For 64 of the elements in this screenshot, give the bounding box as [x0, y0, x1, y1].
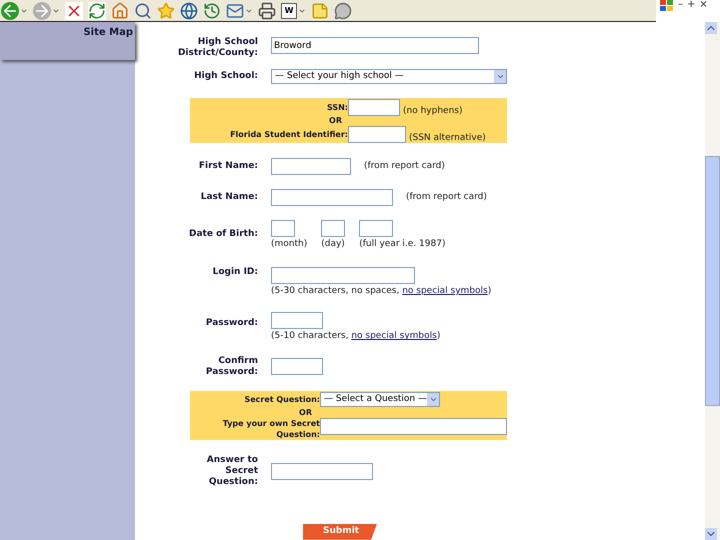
field-label: Confirm Password: — [204, 356, 258, 378]
print-icon[interactable] — [258, 2, 276, 20]
chat-icon[interactable] — [334, 2, 352, 20]
hint-text: (no hyphens) — [403, 106, 462, 116]
symbols-link[interactable]: no special symbols — [351, 331, 437, 342]
field-label: First Name: — [198, 161, 258, 172]
hint-text: (full year i.e. 1987) — [359, 238, 446, 252]
scroll-up-icon[interactable] — [705, 22, 717, 34]
field-label: Florida Student Identifier: — [229, 129, 348, 140]
refresh-icon[interactable] — [88, 2, 106, 20]
input-field[interactable] — [321, 220, 346, 238]
word-button[interactable]: W — [281, 2, 297, 18]
hint-text: (5-30 characters, no spaces, no special symbols) — [271, 284, 492, 298]
hint-text: (5-10 characters, no special symbols) — [271, 330, 440, 344]
stop-icon[interactable] — [65, 2, 83, 20]
input-field[interactable]: Broword — [271, 37, 479, 54]
window-control[interactable]: – — [678, 0, 683, 10]
dropdown[interactable]: — Select a Question — — [320, 392, 440, 407]
input-field[interactable] — [271, 189, 393, 206]
scroll-thumb[interactable] — [705, 156, 720, 406]
field-label: High School District/County: — [176, 37, 258, 59]
field-label: Type your own Secret Question: — [222, 418, 320, 440]
input-field[interactable] — [271, 220, 295, 238]
dropdown[interactable]: — Select your high school — — [271, 69, 507, 84]
back-icon[interactable] — [1, 2, 19, 20]
history-icon[interactable] — [203, 2, 221, 20]
mail-icon[interactable] — [226, 2, 244, 20]
field-label: Password: — [204, 317, 258, 330]
input-field[interactable] — [271, 158, 351, 176]
or-text: OR — [298, 406, 312, 418]
field-label: Secret Question: — [243, 394, 320, 405]
field-label: Date of Birth: — [188, 228, 258, 240]
window-control[interactable]: + — [687, 0, 696, 10]
windows-logo-icon — [660, 0, 674, 12]
globe-icon[interactable] — [180, 2, 198, 20]
input-field[interactable] — [271, 463, 373, 480]
scrollbar[interactable] — [705, 22, 720, 540]
input-field[interactable] — [359, 220, 394, 238]
input-field[interactable] — [348, 99, 400, 116]
scroll-down-icon[interactable] — [705, 528, 717, 540]
symbols-link[interactable]: no special symbols — [402, 286, 488, 296]
input-field[interactable] — [348, 126, 406, 144]
search-icon[interactable] — [134, 2, 152, 20]
hint-text: (month) — [271, 238, 308, 252]
input-field[interactable] — [320, 418, 507, 435]
window-control[interactable]: × — [699, 0, 708, 10]
star-icon[interactable] — [157, 2, 175, 20]
submit-button[interactable]: Submit — [303, 524, 377, 540]
input-field[interactable] — [271, 266, 415, 284]
hint-text: (day) — [321, 238, 346, 252]
home-icon[interactable] — [111, 2, 129, 20]
input-field[interactable] — [271, 312, 323, 330]
or-text: OR — [328, 115, 342, 128]
hint-text: (SSN alternative) — [409, 132, 486, 143]
hint-text: (from report card) — [406, 191, 487, 204]
field-label: Login ID: — [212, 266, 258, 278]
hint-text: (from report card) — [364, 160, 445, 174]
field-label: SSN: — [326, 102, 348, 114]
field-label: High School: — [193, 71, 258, 82]
site-map-link[interactable]: Site Map — [83, 25, 133, 37]
field-label: Answer to Secret Question: — [206, 455, 258, 488]
input-field[interactable] — [271, 358, 323, 376]
field-label: Last Name: — [200, 192, 258, 204]
note-icon[interactable] — [311, 2, 329, 20]
